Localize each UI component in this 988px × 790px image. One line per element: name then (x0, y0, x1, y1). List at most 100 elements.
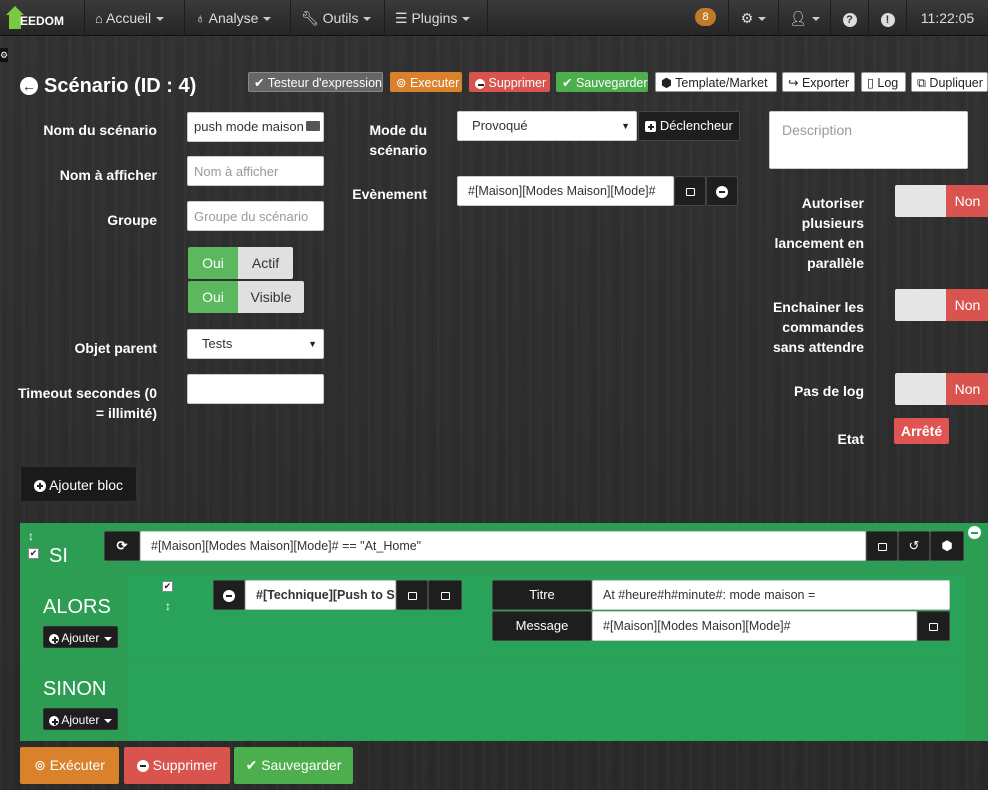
block-enable-checkbox[interactable]: ✔ (28, 548, 39, 559)
remove-block-icon[interactable] (968, 526, 981, 539)
check-circle-icon: ✔ (562, 76, 573, 90)
alors-add-button[interactable]: Ajouter (43, 626, 118, 648)
parallel-toggle[interactable]: Non (895, 185, 988, 217)
minus-circle-icon (475, 78, 485, 89)
nav-alert[interactable]: ! (868, 0, 906, 36)
nav-plugins[interactable]: ☰ Plugins (384, 0, 488, 36)
event-select-cmd-button[interactable] (674, 176, 706, 206)
sinon-add-button[interactable]: Ajouter (43, 708, 118, 730)
logo-text: EEDOM (20, 14, 65, 28)
chevron-down-icon (104, 718, 113, 723)
chevron-down-icon (758, 17, 767, 22)
parallel-label-2: plusieurs (801, 215, 864, 231)
jeedom-logo[interactable]: EEDOM (6, 4, 68, 32)
state-badge: Arrêté (894, 418, 949, 444)
display-name-input[interactable] (187, 156, 324, 186)
plus-circle-icon (48, 633, 59, 644)
execute-button[interactable]: ⊚ Executer (390, 72, 462, 92)
drag-handle-icon[interactable]: ↕ (28, 529, 34, 543)
log-button[interactable]: ▯ Log (861, 72, 906, 92)
nav-analyse[interactable]: ♁ Analyse (184, 0, 290, 36)
template-market-button[interactable]: ⬢ Template/Market (655, 72, 777, 92)
cubes-icon: ⬢ (661, 76, 672, 90)
visible-toggle[interactable]: Oui Visible (188, 281, 304, 313)
timeout-label-line2: = illimité) (95, 405, 157, 421)
active-toggle[interactable]: Oui Actif (188, 247, 293, 279)
message-label: Message (492, 611, 592, 641)
nav-help[interactable]: ? (830, 0, 868, 36)
event-remove-button[interactable] (706, 176, 738, 206)
sinon-label: SINON (43, 678, 107, 700)
action-select-cmd-button-2[interactable] (428, 580, 462, 610)
parallel-label-1: Autoriser (801, 195, 864, 211)
condition-select-cmd-button[interactable] (866, 531, 898, 561)
copy-icon: ⧉ (917, 76, 926, 90)
list-alt-icon (407, 591, 417, 600)
titre-input[interactable]: At #heure#h#minute#: mode maison = (592, 580, 950, 610)
scenario-name-label: Nom du scénario (43, 122, 157, 138)
parallel-label-4: parallèle (807, 255, 864, 271)
no-log-label: Pas de log (793, 383, 864, 399)
footer-execute-button[interactable]: ⊚ Exécuter (20, 747, 119, 784)
message-input[interactable]: #[Maison][Modes Maison][Mode]# (592, 611, 917, 641)
condition-cube-button[interactable]: ⬢ (930, 531, 964, 561)
chevron-down-icon (462, 17, 471, 22)
delete-button[interactable]: Supprimer (469, 72, 550, 92)
action-enable-checkbox[interactable]: ✔ (162, 581, 173, 592)
testeur-expression-button[interactable]: ✔ Testeur d'expression (248, 72, 383, 92)
home-icon: ⌂ (95, 11, 103, 26)
chevron-down-icon (363, 17, 372, 22)
chain-toggle[interactable]: Non (895, 289, 988, 321)
no-log-toggle[interactable]: Non (895, 373, 988, 405)
save-button[interactable]: ✔ Sauvegarder (556, 72, 648, 92)
refresh-button[interactable]: ⟳ (104, 531, 140, 561)
condition-input[interactable]: #[Maison][Modes Maison][Mode]# == "At_Ho… (140, 531, 866, 561)
group-label: Groupe (107, 212, 157, 228)
timeout-input[interactable] (187, 374, 324, 404)
cube-icon: ⬢ (941, 538, 953, 553)
notification-badge[interactable]: 8 (695, 8, 716, 26)
action-remove-button[interactable] (213, 580, 245, 610)
plus-circle-icon (48, 715, 59, 726)
sinon-actions-area (128, 659, 966, 741)
top-navbar: EEDOM ⌂ Accueil ♁ Analyse 🔧︎ Outils ☰ Pl… (0, 0, 988, 36)
add-block-button[interactable]: Ajouter bloc (20, 466, 137, 502)
stethoscope-icon: ♁ (195, 10, 206, 26)
tasks-icon: ☰ (395, 10, 408, 26)
action-drag-handle-icon[interactable]: ↕ (165, 599, 171, 613)
export-button[interactable]: ↪ Exporter (782, 72, 855, 92)
footer-delete-button[interactable]: Supprimer (124, 747, 230, 784)
nav-settings[interactable]: ⚙ (728, 0, 778, 36)
chevron-down-icon (263, 17, 272, 22)
alors-label: ALORS (43, 596, 111, 618)
question-icon: ? (842, 13, 857, 27)
scenario-block-si: ↕ ✔ SI ⟳ #[Maison][Modes Maison][Mode]# … (20, 523, 988, 741)
condition-history-button[interactable]: ↺ (898, 531, 930, 561)
duplicate-button[interactable]: ⧉ Dupliquer (911, 72, 988, 92)
group-input[interactable] (187, 201, 324, 231)
chain-label-3: sans attendre (772, 339, 864, 355)
nav-user[interactable]: 👤︎ (778, 0, 830, 36)
select-arrow-icon: ▼ (308, 339, 317, 349)
scenario-name-input[interactable]: push mode maison (187, 112, 324, 142)
back-arrow-icon[interactable]: ← (20, 77, 38, 95)
nav-outils[interactable]: 🔧︎ Outils (290, 0, 384, 36)
si-label: SI (49, 545, 68, 567)
parallel-label-3: lancement en (774, 235, 864, 251)
user-icon: 👤︎ (789, 10, 807, 26)
message-select-cmd-button[interactable] (917, 611, 950, 641)
description-textarea[interactable] (769, 111, 968, 169)
action-select-cmd-button[interactable] (396, 580, 428, 610)
side-gear-icon[interactable]: ⚙ (0, 48, 8, 62)
check-icon: ✔ (254, 76, 265, 90)
footer-save-button[interactable]: ✔ Sauvegarder (234, 747, 353, 784)
chevron-down-icon (104, 636, 113, 641)
parent-object-select[interactable]: Tests ▼ (187, 329, 324, 359)
gamepad-icon: ⊚ (396, 76, 407, 90)
event-input[interactable]: #[Maison][Modes Maison][Mode]# (457, 176, 674, 206)
nav-accueil[interactable]: ⌂ Accueil (84, 0, 184, 36)
titre-label: Titre (492, 580, 592, 610)
action-command-input[interactable]: #[Technique][Push to Se (245, 580, 396, 610)
add-trigger-button[interactable]: Déclencheur (638, 111, 740, 141)
mode-select[interactable]: Provoqué ▼ (457, 111, 637, 141)
